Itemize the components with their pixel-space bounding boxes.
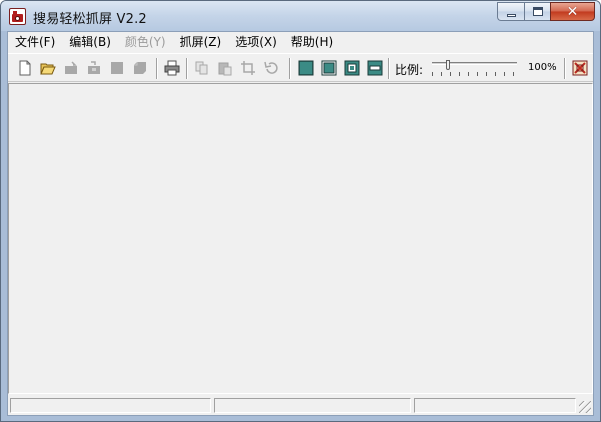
toolbar: 比例: 100% — [8, 53, 593, 82]
undo-button[interactable] — [262, 59, 280, 77]
save-icon — [65, 61, 77, 74]
menu-file[interactable]: 文件(F) — [8, 32, 62, 52]
menu-options[interactable]: 选项(X) — [228, 32, 284, 52]
paste-button[interactable] — [216, 59, 234, 77]
save-button[interactable] — [62, 59, 80, 77]
menu-edit[interactable]: 编辑(B) — [62, 32, 118, 52]
exit-icon — [572, 60, 588, 76]
toolbar-separator — [156, 58, 158, 79]
menu-bar: 文件(F) 编辑(B) 颜色(Y) 抓屏(Z) 选项(X) 帮助(H) — [8, 32, 593, 52]
open-folder-icon — [40, 63, 56, 75]
capture-region-button[interactable] — [343, 59, 361, 77]
capture-object-button[interactable] — [366, 59, 384, 77]
slider-thumb[interactable] — [446, 60, 450, 70]
save-as-button[interactable] — [85, 59, 103, 77]
save-as-icon — [88, 61, 100, 74]
app-window: 搜易轻松抓屏 V2.2 ✕ 文件(F) 编辑(B) 颜色(Y) 抓屏(Z) 选项… — [0, 0, 601, 422]
window-title: 搜易轻松抓屏 V2.2 — [33, 12, 147, 27]
print-button[interactable] — [163, 59, 181, 77]
crop-icon — [241, 61, 255, 75]
status-pane-1 — [10, 398, 211, 413]
zoom-percent: 100% — [528, 62, 557, 73]
minimize-button[interactable] — [497, 2, 524, 21]
copy-button[interactable] — [193, 59, 211, 77]
toolbar-separator — [388, 58, 390, 79]
capture-window-icon — [321, 60, 337, 76]
new-file-button[interactable] — [16, 59, 34, 77]
capture-fullscreen-button[interactable] — [297, 59, 315, 77]
stop-icon — [111, 62, 123, 74]
app-camera-icon[interactable] — [9, 8, 26, 25]
print-icon — [164, 60, 180, 76]
client-area: 文件(F) 编辑(B) 颜色(Y) 抓屏(Z) 选项(X) 帮助(H) 比例: … — [7, 31, 594, 416]
paste-icon — [218, 62, 232, 76]
capture-object-icon — [367, 60, 383, 76]
toolbar-separator — [186, 58, 188, 79]
title-bar[interactable]: 搜易轻松抓屏 V2.2 ✕ — [1, 1, 600, 31]
status-pane-2 — [214, 398, 411, 413]
maximize-icon — [532, 7, 543, 16]
stop-button[interactable] — [108, 59, 126, 77]
menu-capture[interactable]: 抓屏(Z) — [173, 32, 229, 52]
open-button[interactable] — [39, 59, 57, 77]
capture-fullscreen-icon — [298, 60, 314, 76]
minimize-icon — [506, 13, 516, 17]
menu-help[interactable]: 帮助(H) — [284, 32, 340, 52]
capture-canvas[interactable] — [8, 83, 593, 394]
close-icon: ✕ — [566, 3, 579, 20]
status-pane-3 — [414, 398, 576, 413]
toolbar-separator — [289, 58, 291, 79]
copy-icon — [195, 61, 208, 75]
slider-ticks — [432, 72, 517, 76]
crop-button[interactable] — [239, 59, 257, 77]
status-bar — [8, 396, 593, 415]
resize-grip[interactable] — [579, 401, 591, 413]
new-file-icon — [19, 60, 31, 76]
zoom-slider[interactable] — [432, 59, 517, 77]
layers-icon — [134, 62, 146, 74]
menu-color[interactable]: 颜色(Y) — [118, 32, 173, 52]
undo-icon — [264, 61, 278, 74]
slider-track — [432, 62, 517, 65]
capture-region-icon — [344, 60, 360, 76]
maximize-button[interactable] — [524, 2, 550, 21]
exit-button[interactable] — [571, 59, 589, 77]
capture-window-button[interactable] — [320, 59, 338, 77]
window-controls: ✕ — [497, 2, 595, 21]
close-button[interactable]: ✕ — [550, 2, 595, 21]
zoom-ratio-label: 比例: — [395, 63, 424, 77]
toolbar-separator — [564, 58, 566, 79]
layers-button[interactable] — [131, 59, 149, 77]
